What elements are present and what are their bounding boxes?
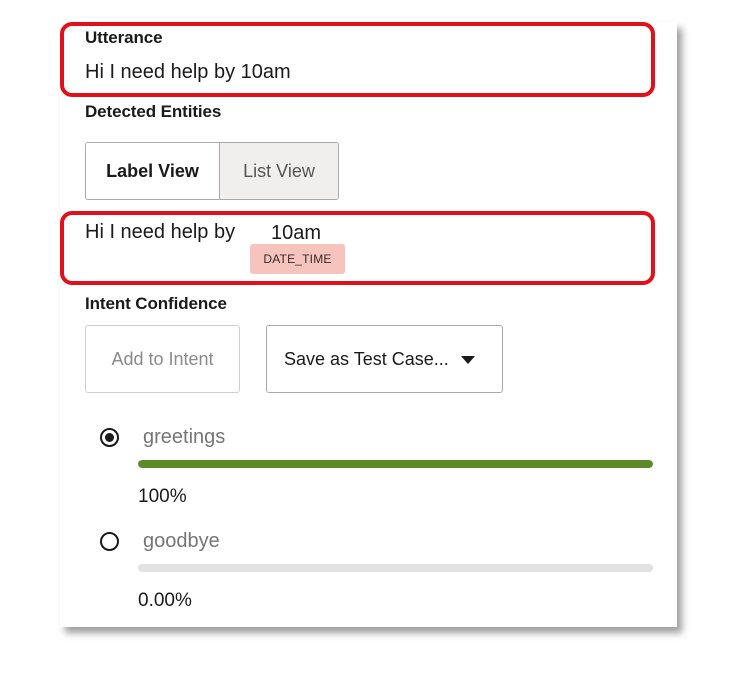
list-view-tab[interactable]: List View xyxy=(220,143,338,199)
label-view-tab[interactable]: Label View xyxy=(86,143,220,199)
page: Utterance Hi I need help by 10am Detecte… xyxy=(0,0,742,680)
utterance-text: Hi I need help by 10am xyxy=(85,61,291,83)
intent-confidence-title: Intent Confidence xyxy=(85,294,227,313)
intent-name-goodbye: goodbye xyxy=(143,530,220,552)
radio-greetings[interactable] xyxy=(100,428,119,447)
utterance-title: Utterance xyxy=(85,28,163,47)
entity-prefix-text: Hi I need help by xyxy=(85,221,236,243)
confidence-fill-greetings xyxy=(138,460,653,468)
add-to-intent-button[interactable]: Add to Intent xyxy=(85,325,240,393)
radio-selected-icon xyxy=(105,433,114,442)
entity-value-text: 10am xyxy=(271,222,322,244)
confidence-meter-goodbye xyxy=(138,564,653,572)
radio-goodbye[interactable] xyxy=(100,532,119,551)
view-toggle: Label View List View xyxy=(85,142,339,200)
save-as-test-case-button[interactable]: Save as Test Case... xyxy=(266,325,503,393)
intent-name-greetings: greetings xyxy=(143,426,226,448)
save-as-test-case-label: Save as Test Case... xyxy=(284,348,449,369)
detected-entities-title: Detected Entities xyxy=(85,102,222,121)
confidence-percent-greetings: 100% xyxy=(138,486,187,507)
confidence-percent-goodbye: 0.00% xyxy=(138,590,192,611)
confidence-meter-greetings xyxy=(138,460,653,468)
caret-down-icon xyxy=(460,356,475,364)
entity-tag-badge[interactable]: DATE_TIME xyxy=(250,244,345,274)
